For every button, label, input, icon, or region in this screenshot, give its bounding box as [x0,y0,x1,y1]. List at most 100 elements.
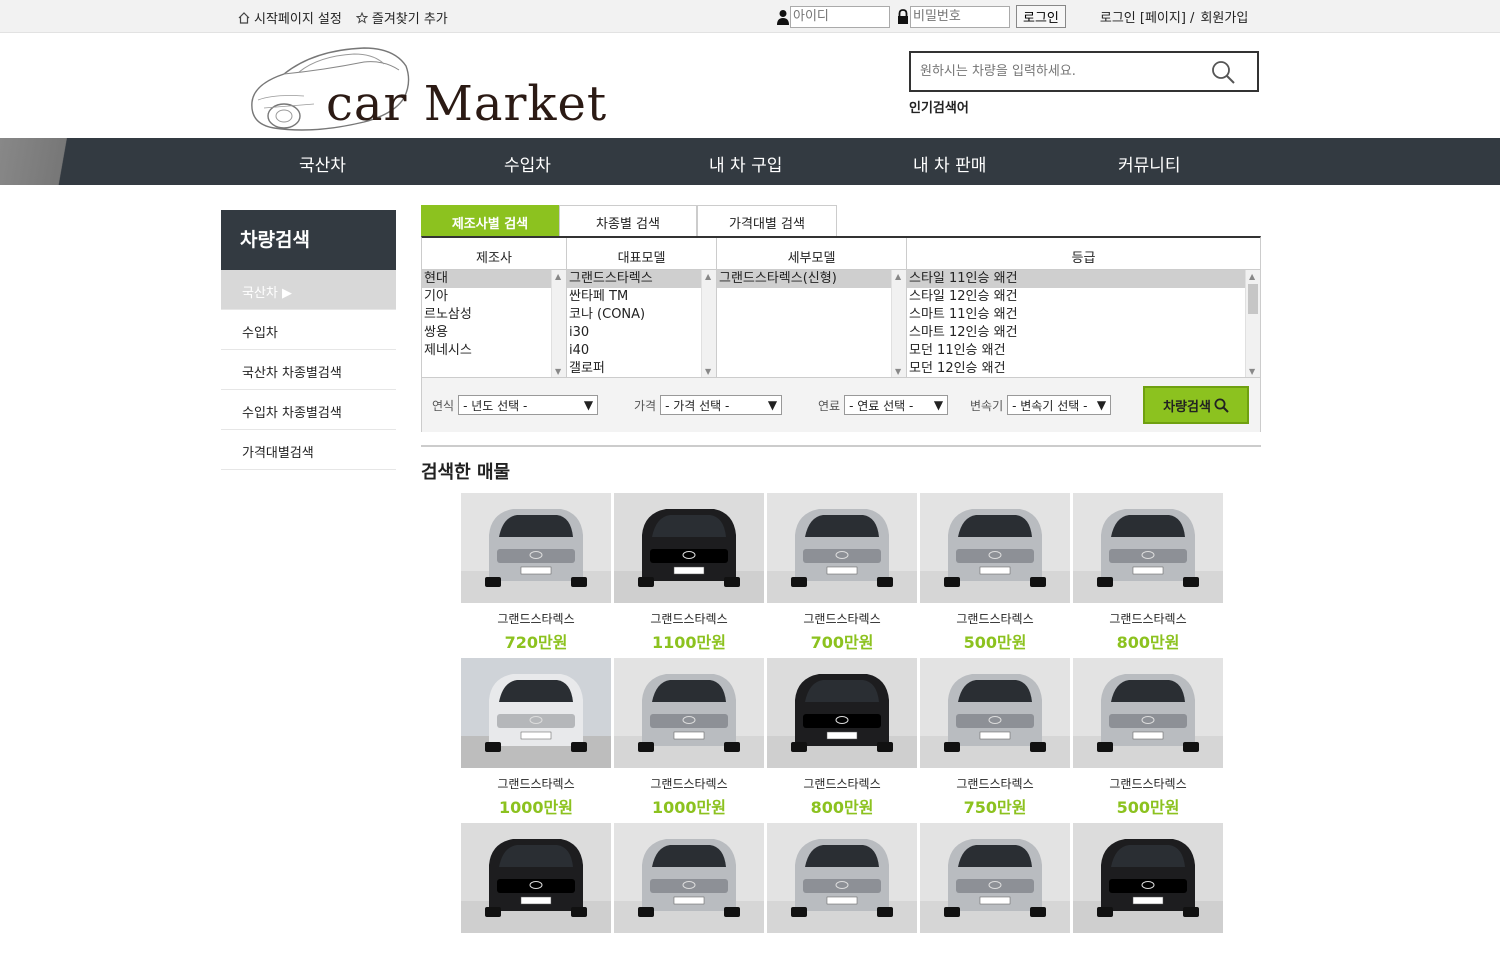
car-card[interactable]: 그랜드스타렉스 1000만원 [614,658,764,818]
car-name[interactable]: 그랜드스타렉스 [920,610,1070,626]
model-option[interactable]: i40 [567,342,716,360]
grade-option[interactable]: 스마트 12인승 왜건 [907,324,1260,342]
submodel-list-scrollbar[interactable]: ▲ ▼ [891,270,906,377]
car-photo[interactable] [614,493,764,603]
fuel-select[interactable]: - 연료 선택 - ▼ [844,395,949,415]
maker-list-scrollbar[interactable]: ▲ ▼ [551,270,566,377]
site-logo[interactable]: car Market [244,42,624,134]
model-option[interactable]: i30 [567,324,716,342]
car-photo[interactable] [767,658,917,768]
car-card[interactable]: 그랜드스타렉스 1100만원 [614,493,764,653]
year-select[interactable]: - 년도 선택 - ▼ [458,395,599,415]
car-name[interactable]: 그랜드스타렉스 [920,775,1070,791]
car-photo[interactable] [614,658,764,768]
car-photo[interactable] [1073,658,1223,768]
nav-domestic[interactable]: 국산차 [299,151,346,176]
start-page-link[interactable]: 시작페이지 설정 [238,8,342,27]
car-photo[interactable] [614,823,764,933]
car-name[interactable]: 그랜드스타렉스 [461,610,611,626]
car-card[interactable]: 그랜드스타렉스 800만원 [767,658,917,818]
car-card[interactable]: 그랜드스타렉스 750만원 [920,658,1070,818]
search-icon[interactable] [1211,60,1235,84]
login-page-link[interactable]: 로그인 [페이지] / [1100,7,1195,26]
car-card[interactable]: 그랜드스타렉스 700만원 [767,493,917,653]
car-card[interactable] [1073,823,1223,959]
transmission-select[interactable]: - 변속기 선택 - ▼ [1007,395,1112,415]
car-photo[interactable] [461,823,611,933]
price-select[interactable]: - 가격 선택 - ▼ [660,395,783,415]
car-photo[interactable] [920,493,1070,603]
car-name[interactable]: 그랜드스타렉스 [1073,610,1223,626]
grade-option[interactable]: 모던 12인승 왜건 [907,360,1260,377]
car-photo[interactable] [767,823,917,933]
car-photo[interactable] [920,658,1070,768]
sidebar-item-price[interactable]: 가격대별검색 [221,430,396,470]
car-photo[interactable] [767,493,917,603]
login-button[interactable]: 로그인 [1016,5,1066,28]
nav-sell[interactable]: 내 차 판매 [913,151,986,176]
sidebar-item-imported[interactable]: 수입차 [221,310,396,350]
car-name[interactable] [767,940,917,956]
maker-option[interactable]: 르노삼성 [422,306,566,324]
car-card[interactable] [767,823,917,959]
car-photo[interactable] [920,823,1070,933]
car-photo[interactable] [1073,823,1223,933]
car-name[interactable] [614,940,764,956]
grade-option[interactable]: 스마트 11인승 왜건 [907,306,1260,324]
model-option[interactable]: 그랜드스타렉스 [567,270,716,288]
sidebar-item-imported-type[interactable]: 수입차 차종별검색 [221,390,396,430]
sidebar-item-domestic-type[interactable]: 국산차 차종별검색 [221,350,396,390]
maker-list[interactable]: 현대 기아 르노삼성 쌍용 제네시스 ▲ ▼ [422,270,567,377]
sidebar-item-domestic[interactable]: 국산차 ▶ [221,270,396,310]
car-name[interactable] [461,940,611,956]
car-card[interactable]: 그랜드스타렉스 500만원 [920,493,1070,653]
nav-community[interactable]: 커뮤니티 [1118,151,1181,176]
car-name[interactable]: 그랜드스타렉스 [461,775,611,791]
model-list[interactable]: 그랜드스타렉스 싼타페 TM 코나 (CONA) i30 i40 갤로퍼 ▲ ▼ [567,270,717,377]
maker-option[interactable]: 기아 [422,288,566,306]
grade-option[interactable]: 스타일 12인승 왜건 [907,288,1260,306]
maker-option[interactable]: 쌍용 [422,324,566,342]
car-name[interactable] [920,940,1070,956]
tab-by-price[interactable]: 가격대별 검색 [697,205,837,236]
nav-imported[interactable]: 수입차 [504,151,551,176]
search-input[interactable] [911,53,1201,90]
car-card[interactable] [920,823,1070,959]
favorites-link[interactable]: 즐겨찾기 추가 [355,8,448,27]
car-search-button[interactable]: 차량검색 [1143,386,1249,424]
car-name[interactable]: 그랜드스타렉스 [614,610,764,626]
password-input[interactable] [910,5,1010,28]
car-card[interactable]: 그랜드스타렉스 720만원 [461,493,611,653]
grade-list-scrollbar[interactable]: ▲ ▼ [1245,270,1260,377]
car-card[interactable] [461,823,611,959]
grade-list[interactable]: 스타일 11인승 왜건 스타일 12인승 왜건 스마트 11인승 왜건 스마트 12인… [907,270,1260,377]
car-name[interactable] [1073,940,1223,956]
car-card[interactable]: 그랜드스타렉스 500만원 [1073,658,1223,818]
tab-by-maker[interactable]: 제조사별 검색 [421,205,559,236]
submodel-list[interactable]: 그랜드스타렉스(신형) ▲ ▼ [717,270,907,377]
model-option[interactable]: 싼타페 TM [567,288,716,306]
maker-option[interactable]: 현대 [422,270,566,288]
car-photo[interactable] [461,658,611,768]
signup-link[interactable]: 회원가입 [1200,7,1248,26]
car-card[interactable] [614,823,764,959]
nav-buy[interactable]: 내 차 구입 [709,151,782,176]
grade-option[interactable]: 스타일 11인승 왜건 [907,270,1260,288]
car-name[interactable]: 그랜드스타렉스 [614,775,764,791]
car-name[interactable]: 그랜드스타렉스 [1073,775,1223,791]
car-name[interactable]: 그랜드스타렉스 [767,610,917,626]
car-photo[interactable] [461,493,611,603]
model-list-scrollbar[interactable]: ▲ ▼ [701,270,716,377]
car-card[interactable]: 그랜드스타렉스 1000만원 [461,658,611,818]
id-input[interactable] [790,5,890,28]
model-option[interactable]: 코나 (CONA) [567,306,716,324]
car-card[interactable]: 그랜드스타렉스 800만원 [1073,493,1223,653]
grade-option[interactable]: 모던 11인승 왜건 [907,342,1260,360]
model-option[interactable]: 갤로퍼 [567,360,716,377]
popular-keywords[interactable]: 인기검색어 [909,97,969,116]
tab-by-type[interactable]: 차종별 검색 [559,205,697,236]
maker-option[interactable]: 제네시스 [422,342,566,360]
car-name[interactable]: 그랜드스타렉스 [767,775,917,791]
submodel-option[interactable]: 그랜드스타렉스(신형) [717,270,906,288]
car-photo[interactable] [1073,493,1223,603]
